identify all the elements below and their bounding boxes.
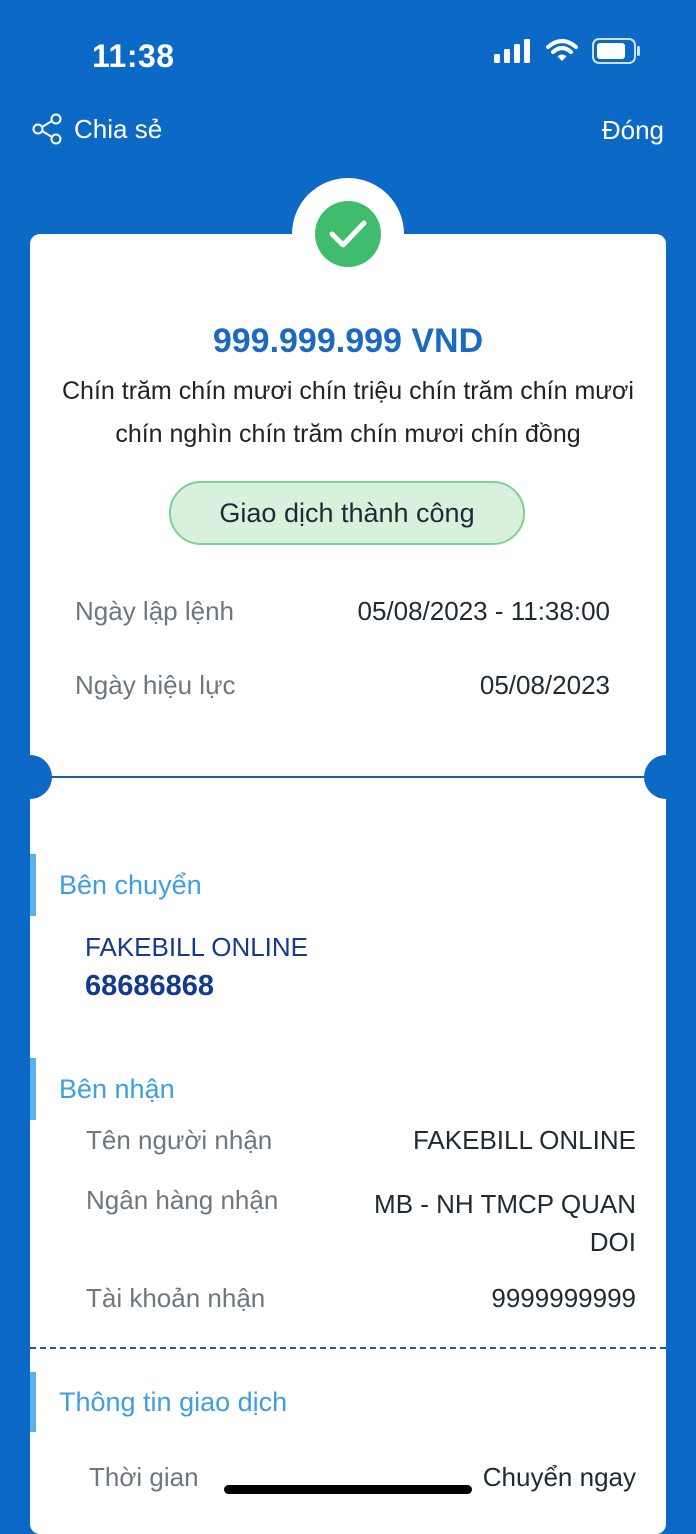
status-time: 11:38 (92, 38, 175, 74)
section-marker (30, 854, 36, 916)
receiver-bank-label: Ngân hàng nhận (86, 1185, 279, 1215)
receiver-bank-value: MB - NH TMCP QUAN DOI (374, 1185, 636, 1261)
effective-date-value: 05/08/2023 (479, 670, 610, 700)
amount-in-words: Chín trăm chín mươi chín triệu chín trăm… (55, 370, 641, 456)
signal-icon (494, 39, 530, 63)
status-icons (494, 38, 642, 64)
transfer-time-label: Thời gian (89, 1462, 199, 1492)
receiver-bank-line1: MB - NH TMCP QUAN (374, 1189, 636, 1219)
effective-date-label: Ngày hiệu lực (75, 670, 236, 700)
amount: 999.999.999 VND (212, 322, 484, 360)
receiver-account-label: Tài khoản nhận (86, 1283, 266, 1313)
created-date-label: Ngày lập lệnh (75, 596, 234, 626)
receiver-account-value: 9999999999 (491, 1283, 636, 1313)
status-bar: 11:38 (0, 0, 696, 100)
amount-words-line1: Chín trăm chín mươi chín triệu chín trăm… (62, 377, 634, 405)
receiver-bank-line2: DOI (589, 1227, 636, 1257)
created-date-value: 05/08/2023 - 11:38:00 (357, 596, 610, 626)
section-marker (30, 1058, 36, 1120)
sender-account: 68686868 (85, 970, 215, 1002)
share-button[interactable]: Chia sẻ (32, 113, 162, 145)
home-indicator[interactable] (224, 1485, 472, 1494)
transaction-section-title: Thông tin giao dịch (59, 1387, 288, 1417)
divider (30, 776, 666, 778)
receiver-name-value: FAKEBILL ONLINE (412, 1125, 636, 1155)
success-check-icon (315, 201, 381, 267)
battery-icon (592, 38, 640, 64)
status-badge: Giao dịch thành công (169, 481, 525, 545)
ticket-notch-left (8, 755, 52, 799)
share-icon (32, 113, 62, 145)
dashed-divider (30, 1347, 666, 1349)
transfer-time-value: Chuyển ngay (482, 1462, 636, 1492)
close-button[interactable]: Đóng (602, 115, 664, 146)
sender-section-title: Bên chuyển (59, 870, 202, 900)
receiver-name-label: Tên người nhận (86, 1125, 273, 1155)
sender-name: FAKEBILL ONLINE (85, 932, 309, 962)
wifi-icon (546, 39, 578, 61)
amount-words-line2: chín nghìn chín trăm chín mươi chín đồng (115, 420, 581, 448)
ticket-notch-right (644, 755, 688, 799)
share-label: Chia sẻ (74, 113, 163, 144)
section-marker (30, 1372, 36, 1432)
receiver-section-title: Bên nhận (59, 1074, 175, 1104)
